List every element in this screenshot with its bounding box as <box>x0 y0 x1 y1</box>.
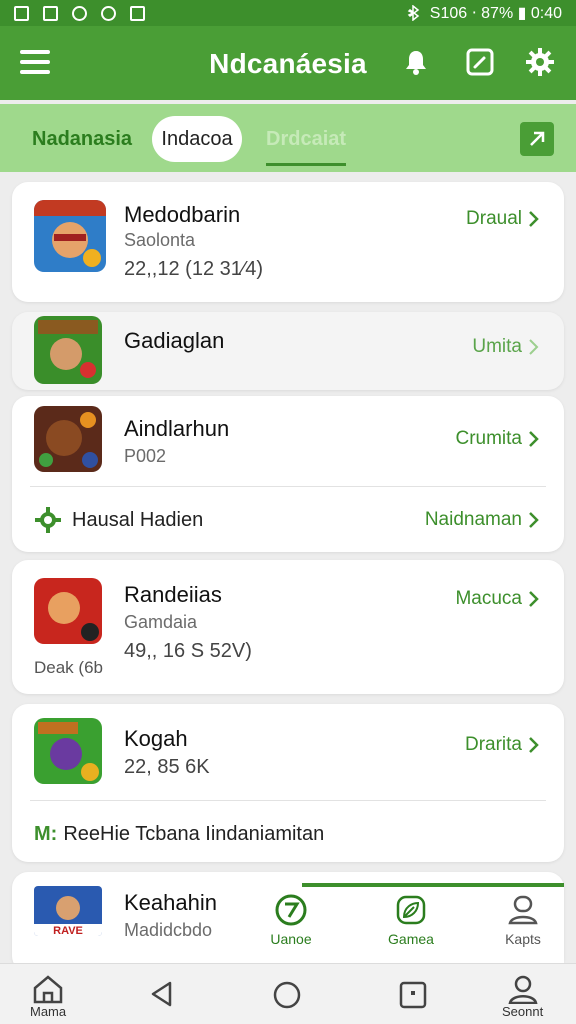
action-label: Macuca <box>455 588 522 609</box>
app-icon <box>34 406 102 472</box>
status-bar: S106 ⋅ 87% ▮ 0:40 <box>0 0 576 26</box>
chevron-right-icon <box>529 431 539 447</box>
chevron-right-icon <box>529 512 539 528</box>
app-card[interactable]: Gadiaglan Umita <box>12 312 564 390</box>
install-button[interactable]: Crumita <box>455 428 540 450</box>
app-subtitle: P002 <box>124 446 167 466</box>
row-action-label: Naidnaman <box>424 509 522 530</box>
home-label: Mama <box>30 1004 67 1019</box>
app-icon <box>34 316 102 384</box>
app-meta: 22, 85 6K <box>124 756 210 778</box>
seven-icon <box>275 894 307 926</box>
action-label: Drarita <box>464 734 522 755</box>
tab-nadanasia[interactable]: Nadanasia <box>32 116 132 162</box>
app-name: Kogah <box>124 726 188 751</box>
divider <box>30 800 546 801</box>
system-nav-bar: Mama Seonnt <box>0 963 576 1024</box>
back-icon <box>151 981 172 1007</box>
chevron-right-icon <box>529 211 539 227</box>
external-link-button[interactable] <box>520 122 554 156</box>
chevron-right-icon <box>529 339 539 355</box>
back-button[interactable] <box>148 980 176 1008</box>
nav-gamea[interactable]: Gamea <box>366 893 456 947</box>
app-card[interactable]: Deak (6b Randeiias Gamdaia 49,, 16 S 52V… <box>12 560 564 694</box>
nav-uanoe[interactable]: Uanoe <box>246 893 336 947</box>
app-bar: Ndcanáesia <box>0 26 576 100</box>
bell-icon[interactable] <box>400 46 432 78</box>
app-name: Medodbarin <box>124 202 241 227</box>
chevron-right-icon <box>529 737 539 753</box>
home-button[interactable]: Mama <box>30 974 66 1019</box>
action-label: Crumita <box>455 428 522 449</box>
install-button[interactable]: Umita <box>472 336 540 358</box>
recents-button[interactable] <box>398 980 428 1010</box>
app-subtitle: Gamdaia <box>124 612 198 632</box>
arrow-up-right-icon <box>530 131 545 146</box>
row-label: Hausal Hadien <box>72 508 204 531</box>
app-subtitle: Madidcbdo <box>124 920 213 940</box>
circle-icon <box>273 981 301 1009</box>
install-button[interactable]: Macuca <box>455 588 540 610</box>
chevron-right-icon <box>529 591 539 607</box>
app-icon: RAVE <box>34 886 102 936</box>
nav-kapts[interactable]: Kapts <box>478 893 568 947</box>
divider <box>30 486 546 487</box>
gear-icon[interactable] <box>524 46 556 78</box>
leaf-icon <box>101 5 116 21</box>
leaf-icon <box>396 895 426 925</box>
action-label: Umita <box>472 336 522 357</box>
app-badge: Deak (6b <box>34 658 103 677</box>
icon-text: RAVE <box>53 925 83 936</box>
description-row[interactable]: M: ReeHie Tcbana Iindaniamitan <box>34 814 540 854</box>
tab-drdcaiat[interactable]: Drdcaiat <box>266 116 347 166</box>
photo-icon <box>43 5 58 21</box>
square-icon <box>399 981 427 1009</box>
app-meta: 49,, 16 S 52V) <box>124 640 252 662</box>
app-subtitle: Saolonta <box>124 230 196 250</box>
home-icon <box>33 975 63 1004</box>
app-name: Randeiias <box>124 582 222 607</box>
app-card[interactable]: Medodbarin Saolonta 22,,12 (12 31⁄4) Dra… <box>12 182 564 302</box>
nav-label: Uanoe <box>270 931 312 947</box>
app-name: Gadiaglan <box>124 328 225 353</box>
app-card[interactable]: Kogah 22, 85 6K Drarita M: ReeHie Tcbana… <box>12 704 564 862</box>
bluetooth-icon <box>407 5 420 21</box>
status-right: S106 ⋅ 87% ▮ 0:40 <box>406 3 562 23</box>
overview-button[interactable] <box>272 980 302 1010</box>
status-text: S106 ⋅ 87% ▮ 0:40 <box>429 5 562 22</box>
menu-button[interactable] <box>20 50 50 74</box>
install-button[interactable]: Draual <box>466 208 540 230</box>
tab-indacoa[interactable]: Indacoa <box>152 116 242 162</box>
floating-nav: Uanoe Gamea Kapts <box>240 883 564 963</box>
app-card[interactable]: Aindlarhun P002 Crumita Hausal Hadien Na… <box>12 396 564 552</box>
app-icon <box>34 718 102 784</box>
tabs-bar: Nadanasia Indacoa Drdcaiat <box>0 104 576 172</box>
nav-label: Kapts <box>505 931 541 947</box>
notification-icon <box>130 5 145 21</box>
user-icon <box>508 895 538 925</box>
install-button[interactable]: Drarita <box>465 734 540 756</box>
row-prefix: M: <box>34 822 58 845</box>
settings-icon <box>35 507 61 533</box>
photo-icon <box>14 5 29 21</box>
app-meta: 22,,12 (12 31⁄4) <box>124 258 263 280</box>
nav-label: Gamea <box>388 931 434 947</box>
app-icon <box>34 200 106 272</box>
compose-icon[interactable] <box>464 46 496 78</box>
status-icons <box>14 5 145 21</box>
app-icon <box>34 578 102 644</box>
user-icon <box>508 975 538 1004</box>
profile-label: Seonnt <box>502 1004 544 1019</box>
chrome-icon <box>72 5 87 21</box>
app-name: Keahahin <box>124 890 217 915</box>
row-label: ReeHie Tcbana Iindaniamitan <box>63 822 325 845</box>
row-action[interactable]: Naidnaman <box>425 509 540 531</box>
app-name: Aindlarhun <box>124 416 230 441</box>
profile-button[interactable]: Seonnt <box>502 974 543 1019</box>
action-label: Draual <box>466 208 522 229</box>
hausal-row[interactable]: Hausal Hadien Naidnaman <box>34 500 540 540</box>
